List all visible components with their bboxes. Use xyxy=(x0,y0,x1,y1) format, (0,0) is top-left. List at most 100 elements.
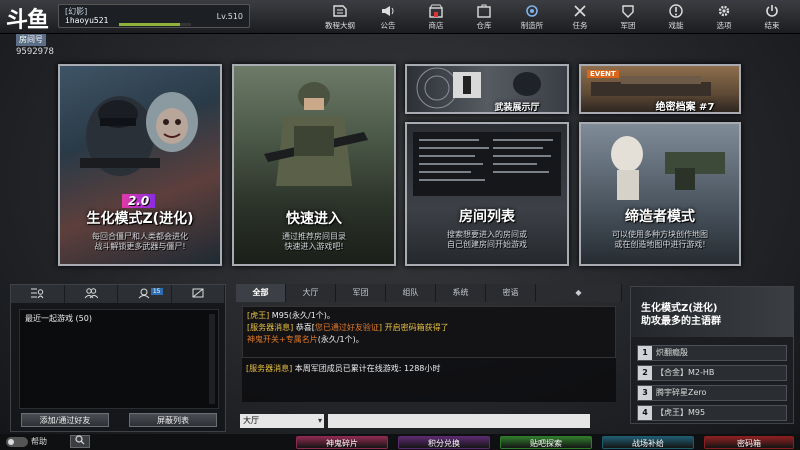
message-text: ] 开启密码箱获得了 xyxy=(378,323,449,332)
tab-blocked[interactable] xyxy=(172,285,225,303)
zombie-mode-card[interactable]: 2.0 生化模式Z(进化) 每回合僵尸和人类都会进化 战斗解锁更多武器与僵尸! xyxy=(58,64,222,266)
chat-tab-whisper[interactable]: 密语 xyxy=(486,284,536,302)
points-exchange-button[interactable]: 积分兑换 xyxy=(398,436,490,449)
chat-message: [服务器消息] 恭喜[您已通过好友验证] 开启密码箱获得了 xyxy=(247,323,449,333)
secret-archive-card[interactable]: EVENT 绝密档案 #7 xyxy=(579,64,741,114)
message-sender: [虎王] xyxy=(247,311,270,320)
rank-row[interactable]: 1 炽翻瘾殷 xyxy=(637,345,787,361)
promo-subtitle: 助攻最多的主语群 xyxy=(641,316,721,327)
nav-label: 教程大纲 xyxy=(325,21,355,30)
card-title: 武装展示厅 xyxy=(494,103,540,113)
alert-icon xyxy=(667,3,685,19)
tieba-explore-button[interactable]: 贴吧探索 xyxy=(500,436,592,449)
zombie-soldier-art xyxy=(80,92,198,176)
nav-shop[interactable]: 商店 xyxy=(412,2,460,32)
chat-tab-legion[interactable]: 军团 xyxy=(336,284,386,302)
diamond-icon: ◆ xyxy=(575,288,582,297)
nav-tutorial[interactable]: 教程大纲 xyxy=(316,2,364,32)
speaker-icon xyxy=(379,3,397,19)
factory-icon xyxy=(523,3,541,19)
rank-number: 1 xyxy=(638,346,652,360)
top-bar: 斗鱼 [幻影] ihaoyu521 Lv.510 教程大纲 公告 商店 仓库 制… xyxy=(0,0,800,34)
password-box-button[interactable]: 密码箱 xyxy=(704,436,794,449)
chat-channel-select[interactable]: 大厅 ▾ xyxy=(240,414,324,428)
nav-exit[interactable]: 结束 xyxy=(748,2,796,32)
search-icon xyxy=(75,435,85,448)
card-desc-line2: 自己创建房间开始游戏 xyxy=(447,240,527,249)
robot-art xyxy=(611,136,725,200)
chat-message: 神鬼开关+专属名片(永久/1个)。 xyxy=(247,335,364,345)
nav-label: 戏能 xyxy=(668,21,684,30)
message-sender: [服务器消息] xyxy=(246,364,293,373)
promo-banner[interactable]: 生化模式Z(进化) 助攻最多的主语群 xyxy=(631,287,793,337)
nav-legion[interactable]: 军团 xyxy=(604,2,652,32)
chat-tab-settings[interactable]: ◆ xyxy=(536,284,622,302)
rank-player: 【合金】M2-HB xyxy=(656,368,715,377)
toggle-switch[interactable] xyxy=(6,436,28,447)
chevron-down-icon: ▾ xyxy=(317,416,322,425)
block-list-button[interactable]: 屏蔽列表 xyxy=(129,413,217,427)
message-text: 恭喜[ xyxy=(293,323,315,332)
tab-friends[interactable] xyxy=(11,285,65,303)
event-tag: EVENT xyxy=(587,70,619,78)
nav-label: 军团 xyxy=(620,21,636,30)
quick-join-card[interactable]: 快速进入 通过推荐房间目录 快速进入游戏吧! xyxy=(232,64,396,266)
room-number: 9592978 xyxy=(16,47,54,57)
player-profile[interactable]: [幻影] ihaoyu521 Lv.510 xyxy=(58,4,250,28)
soldier-art xyxy=(264,82,368,186)
recent-players-list[interactable]: 最近一起游戏 (50) xyxy=(19,309,219,409)
recent-players-header[interactable]: 最近一起游戏 (50) xyxy=(25,313,92,324)
warehouse-icon xyxy=(475,3,493,19)
nav-notice[interactable]: 公告 xyxy=(364,2,412,32)
battle-supply-button[interactable]: 战场补给 xyxy=(602,436,694,449)
card-title: 缔造者模式 xyxy=(625,209,695,225)
card-desc-line1: 每回合僵尸和人类都会进化 xyxy=(92,232,188,241)
ghost-fragment-button[interactable]: 神鬼碎片 xyxy=(296,436,388,449)
help-label: 帮助 xyxy=(31,437,47,446)
nav-label: 仓库 xyxy=(476,21,492,30)
nav-warehouse[interactable]: 仓库 xyxy=(460,2,508,32)
nav-tasks[interactable]: 任务 xyxy=(556,2,604,32)
help-toggle[interactable]: 帮助 xyxy=(6,436,47,447)
room-list-card[interactable]: 房间列表 搜索想要进入的房间或 自己创建房间开始游戏 xyxy=(405,122,569,266)
friends-list-icon xyxy=(30,287,44,302)
rank-row[interactable]: 3 腾宇碎星Zero xyxy=(637,385,787,401)
legion-icon xyxy=(619,3,637,19)
room-list-art xyxy=(413,132,561,196)
nav-factory[interactable]: 制造所 xyxy=(508,2,556,32)
list-scrollbar[interactable] xyxy=(209,314,215,404)
message-item: 神鬼开关+专属名片 xyxy=(247,335,318,344)
tab-groups[interactable] xyxy=(65,285,118,303)
nav-label: 结束 xyxy=(764,21,780,30)
rank-number: 2 xyxy=(638,366,652,380)
chat-tabs: 全部 大厅 军团 组队 系统 密语 ◆ xyxy=(236,284,622,302)
card-desc-line1: 通过推荐房间目录 xyxy=(282,232,346,241)
gear-icon xyxy=(715,3,733,19)
chat-text-input[interactable] xyxy=(328,414,590,428)
nav-skills[interactable]: 戏能 xyxy=(652,2,700,32)
nav-label: 商店 xyxy=(428,21,444,30)
legion-members-icon xyxy=(137,287,151,302)
nav-label: 制造所 xyxy=(520,21,544,30)
tab-legion-members[interactable]: 15 xyxy=(118,285,172,303)
card-desc-line1: 搜索想要进入的房间或 xyxy=(447,230,527,239)
chat-tab-system[interactable]: 系统 xyxy=(436,284,486,302)
weapon-showroom-card[interactable]: 武装展示厅 xyxy=(405,64,569,114)
chat-message: [服务器消息] 本周军团成员已累计在线游戏: 1288小时 xyxy=(246,364,440,374)
chat-tab-all[interactable]: 全部 xyxy=(236,284,286,302)
chat-tab-lobby[interactable]: 大厅 xyxy=(286,284,336,302)
message-sender: [服务器消息] xyxy=(247,323,294,332)
chat-channel-value: 大厅 xyxy=(243,416,259,425)
room-number-label: 房间号 xyxy=(16,34,46,46)
add-friend-button[interactable]: 添加/通过好友 xyxy=(21,413,109,427)
chat-tab-team[interactable]: 组队 xyxy=(386,284,436,302)
rank-row[interactable]: 2 【合金】M2-HB xyxy=(637,365,787,381)
rank-row[interactable]: 4 【虎王】M95 xyxy=(637,405,787,421)
nav-options[interactable]: 选项 xyxy=(700,2,748,32)
player-level: Lv.510 xyxy=(216,12,243,21)
creator-mode-card[interactable]: 缔造者模式 可以使用多种方块创作地图 或在创造地图中进行游戏! xyxy=(579,122,741,266)
card-desc-line2: 快速进入游戏吧! xyxy=(284,242,344,251)
message-player: 您已通过好友验证 xyxy=(314,323,379,332)
search-button[interactable] xyxy=(70,435,90,448)
message-text: 本周军团成员已累计在线游戏: 1288小时 xyxy=(292,364,441,373)
